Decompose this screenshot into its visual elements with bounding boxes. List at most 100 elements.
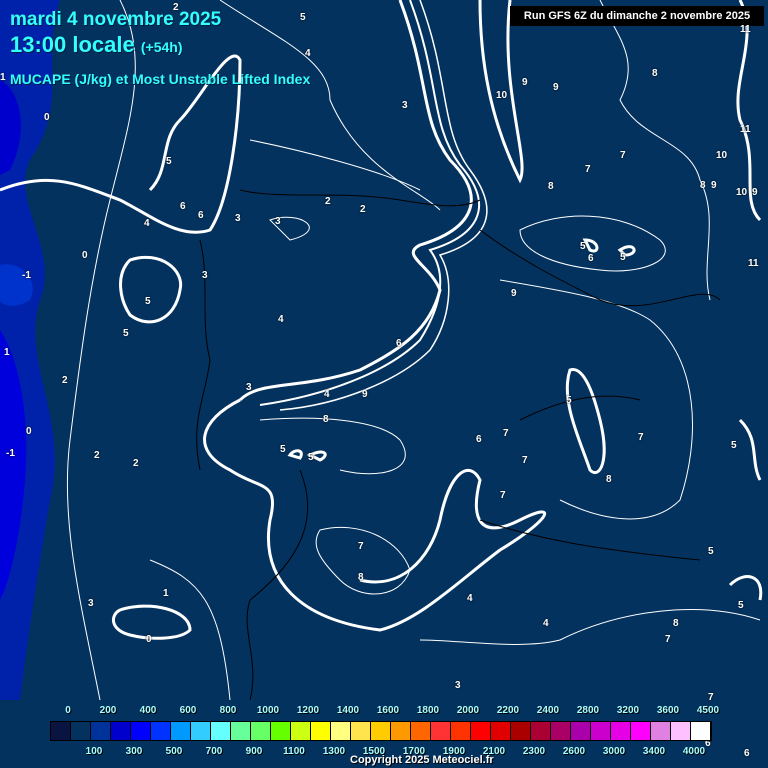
legend-swatch [411,722,431,740]
contour-label: 6 [476,434,482,445]
contour-label: 9 [522,77,528,88]
contour-label: 4 [305,48,311,59]
legend-label: 4000 [682,746,706,757]
color-legend [50,721,712,741]
legend-label: 2400 [536,705,560,716]
legend-label: 1400 [336,705,360,716]
contour-label: 8 [652,68,658,79]
contour-label: 3 [88,598,94,609]
contour-label: 5 [738,600,744,611]
contour-label: 7 [638,432,644,443]
legend-swatch [191,722,211,740]
legend-label: 500 [165,746,183,757]
legend-swatch [591,722,611,740]
contour-label: 11 [740,24,751,35]
legend-swatch [471,722,491,740]
legend-swatch [611,722,631,740]
legend-label: 900 [245,746,263,757]
legend-label: 2300 [522,746,546,757]
contour-label: 6 [396,338,402,349]
legend-label: 700 [205,746,223,757]
legend-label: 600 [179,705,197,716]
legend-swatch [671,722,691,740]
legend-swatch [631,722,651,740]
legend-label: 1800 [416,705,440,716]
legend-label: 1100 [283,746,305,757]
contour-label: 8 [700,180,706,191]
legend-label: 300 [125,746,143,757]
legend-swatch [111,722,131,740]
legend-swatch [151,722,171,740]
contour-label: 5 [566,395,572,406]
contour-label: 7 [358,541,364,552]
contour-label: 0 [26,426,32,437]
legend-label: 1200 [296,705,320,716]
contour-label: 7 [665,634,671,645]
contour-label: 10 [716,150,728,161]
contour-label: 3 [246,382,252,393]
legend-swatch [511,722,531,740]
legend-swatch [71,722,91,740]
contour-label: 2 [173,2,179,13]
legend-swatch [331,722,351,740]
contour-label: 5 [123,328,129,339]
contour-label: 3 [202,270,208,281]
contour-label: 4 [324,389,330,400]
map-subtitle: MUCAPE (J/kg) et Most Unstable Lifted In… [10,71,311,87]
contour-label: 6 [588,253,594,264]
contour-label: 10 [496,90,508,101]
legend-label: 3200 [616,705,640,716]
legend-swatch [271,722,291,740]
cape-map [0,0,763,701]
local-time: 13:00 locale [10,32,135,57]
contour-label: 0 [82,250,88,261]
contour-label: 7 [503,428,509,439]
legend-label: 2800 [576,705,600,716]
contour-label: 5 [708,546,714,557]
contour-label: -1 [22,270,31,281]
lead-time: (+54h) [140,39,183,55]
contour-label: 8 [673,618,679,629]
legend-swatch [351,722,371,740]
legend-swatch [231,722,251,740]
contour-label: 4 [543,618,549,629]
legend-label: 2200 [496,705,520,716]
contour-label: 1 [4,347,10,358]
legend-swatch [551,722,571,740]
contour-label: 9 [362,389,368,400]
legend-label: 1600 [376,705,400,716]
contour-label: 0 [146,634,152,645]
contour-label: 5 [280,444,286,455]
contour-label: 8 [548,181,554,192]
legend-label: 1300 [322,746,346,757]
legend-label: 2600 [562,746,586,757]
legend-swatch [491,722,511,740]
contour-label: 5 [145,296,151,307]
legend-label: 2000 [456,705,480,716]
run-info: Run GFS 6Z du dimanche 2 novembre 2025 [510,6,764,26]
legend-label: 3600 [656,705,680,716]
contour-label: 6 [180,201,186,212]
legend-swatch [691,722,711,740]
contour-label: 2 [360,204,366,215]
legend-swatch [451,722,471,740]
contour-label: 4 [144,218,150,229]
contour-label: 1 [163,588,169,599]
legend-swatch [131,722,151,740]
contour-label: 0 [44,112,50,123]
contour-label: 4 [467,593,473,604]
contour-label: 7 [585,164,591,175]
contour-label: 7 [522,455,528,466]
legend-label: 3400 [642,746,666,757]
contour-label: 10 [736,187,748,198]
legend-label: 3000 [602,746,626,757]
contour-label: 9 [711,180,717,191]
legend-label: 1000 [256,705,280,716]
contour-label: 9 [511,288,517,299]
contour-label: 3 [275,216,281,227]
contour-label: 6 [198,210,204,221]
contour-label: 5 [620,252,626,263]
contour-label: 8 [606,474,612,485]
contour-label: 5 [300,12,306,23]
contour-label: 7 [620,150,626,161]
